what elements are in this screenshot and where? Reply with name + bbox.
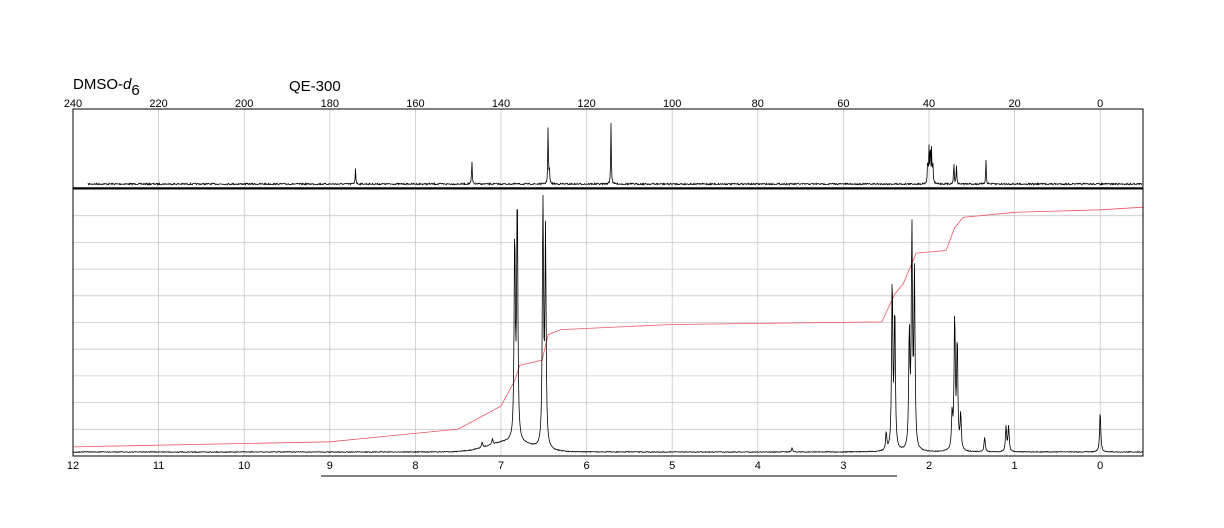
proton-spectrum-line xyxy=(72,194,1143,454)
carbon-tick-label: 200 xyxy=(235,98,253,110)
carbon-grid xyxy=(158,109,1101,188)
proton-integral-curve xyxy=(72,206,1144,448)
proton-tick-label: 9 xyxy=(327,460,333,472)
carbon-tick-label: 180 xyxy=(321,98,339,110)
carbon-spectrum-line xyxy=(87,122,1143,187)
carbon-tick-label: 160 xyxy=(406,98,424,110)
carbon-tick-label: 220 xyxy=(149,98,167,110)
carbon-tick-label: 240 xyxy=(64,98,82,110)
carbon-tick-label: 0 xyxy=(1097,98,1103,110)
proton-tick-label: 4 xyxy=(755,460,761,472)
carbon-tick-label: 40 xyxy=(923,98,935,110)
proton-tick-labels: 12 11 10 9 8 7 6 5 4 3 2 1 0 xyxy=(67,460,1103,472)
proton-tick-label: 2 xyxy=(926,460,932,472)
proton-grid xyxy=(73,189,1143,456)
carbon-tick-label: 60 xyxy=(837,98,849,110)
carbon-tick-label: 120 xyxy=(577,98,595,110)
proton-tick-label: 10 xyxy=(238,460,250,472)
carbon-tick-label: 140 xyxy=(492,98,510,110)
nmr-chart: 240 220 200 180 160 140 120 100 80 60 40 20 0 12 11 10… xyxy=(64,98,1144,477)
carbon-panel-frame xyxy=(72,108,1144,189)
carbon-tick-labels: 240 220 200 180 160 140 120 100 80 60 40 20 0 xyxy=(64,98,1103,110)
proton-tick-label: 8 xyxy=(412,460,418,472)
proton-tick-label: 12 xyxy=(67,460,79,472)
proton-tick-label: 1 xyxy=(1012,460,1018,472)
proton-tick-label: 0 xyxy=(1097,460,1103,472)
carbon-tick-label: 100 xyxy=(663,98,681,110)
proton-tick-label: 5 xyxy=(669,460,675,472)
proton-tick-label: 6 xyxy=(584,460,590,472)
proton-tick-label: 11 xyxy=(153,460,164,472)
proton-tick-label: 3 xyxy=(840,460,846,472)
carbon-tick-label: 20 xyxy=(1008,98,1020,110)
carbon-tick-label: 80 xyxy=(752,98,764,110)
proton-tick-label: 7 xyxy=(498,460,504,472)
